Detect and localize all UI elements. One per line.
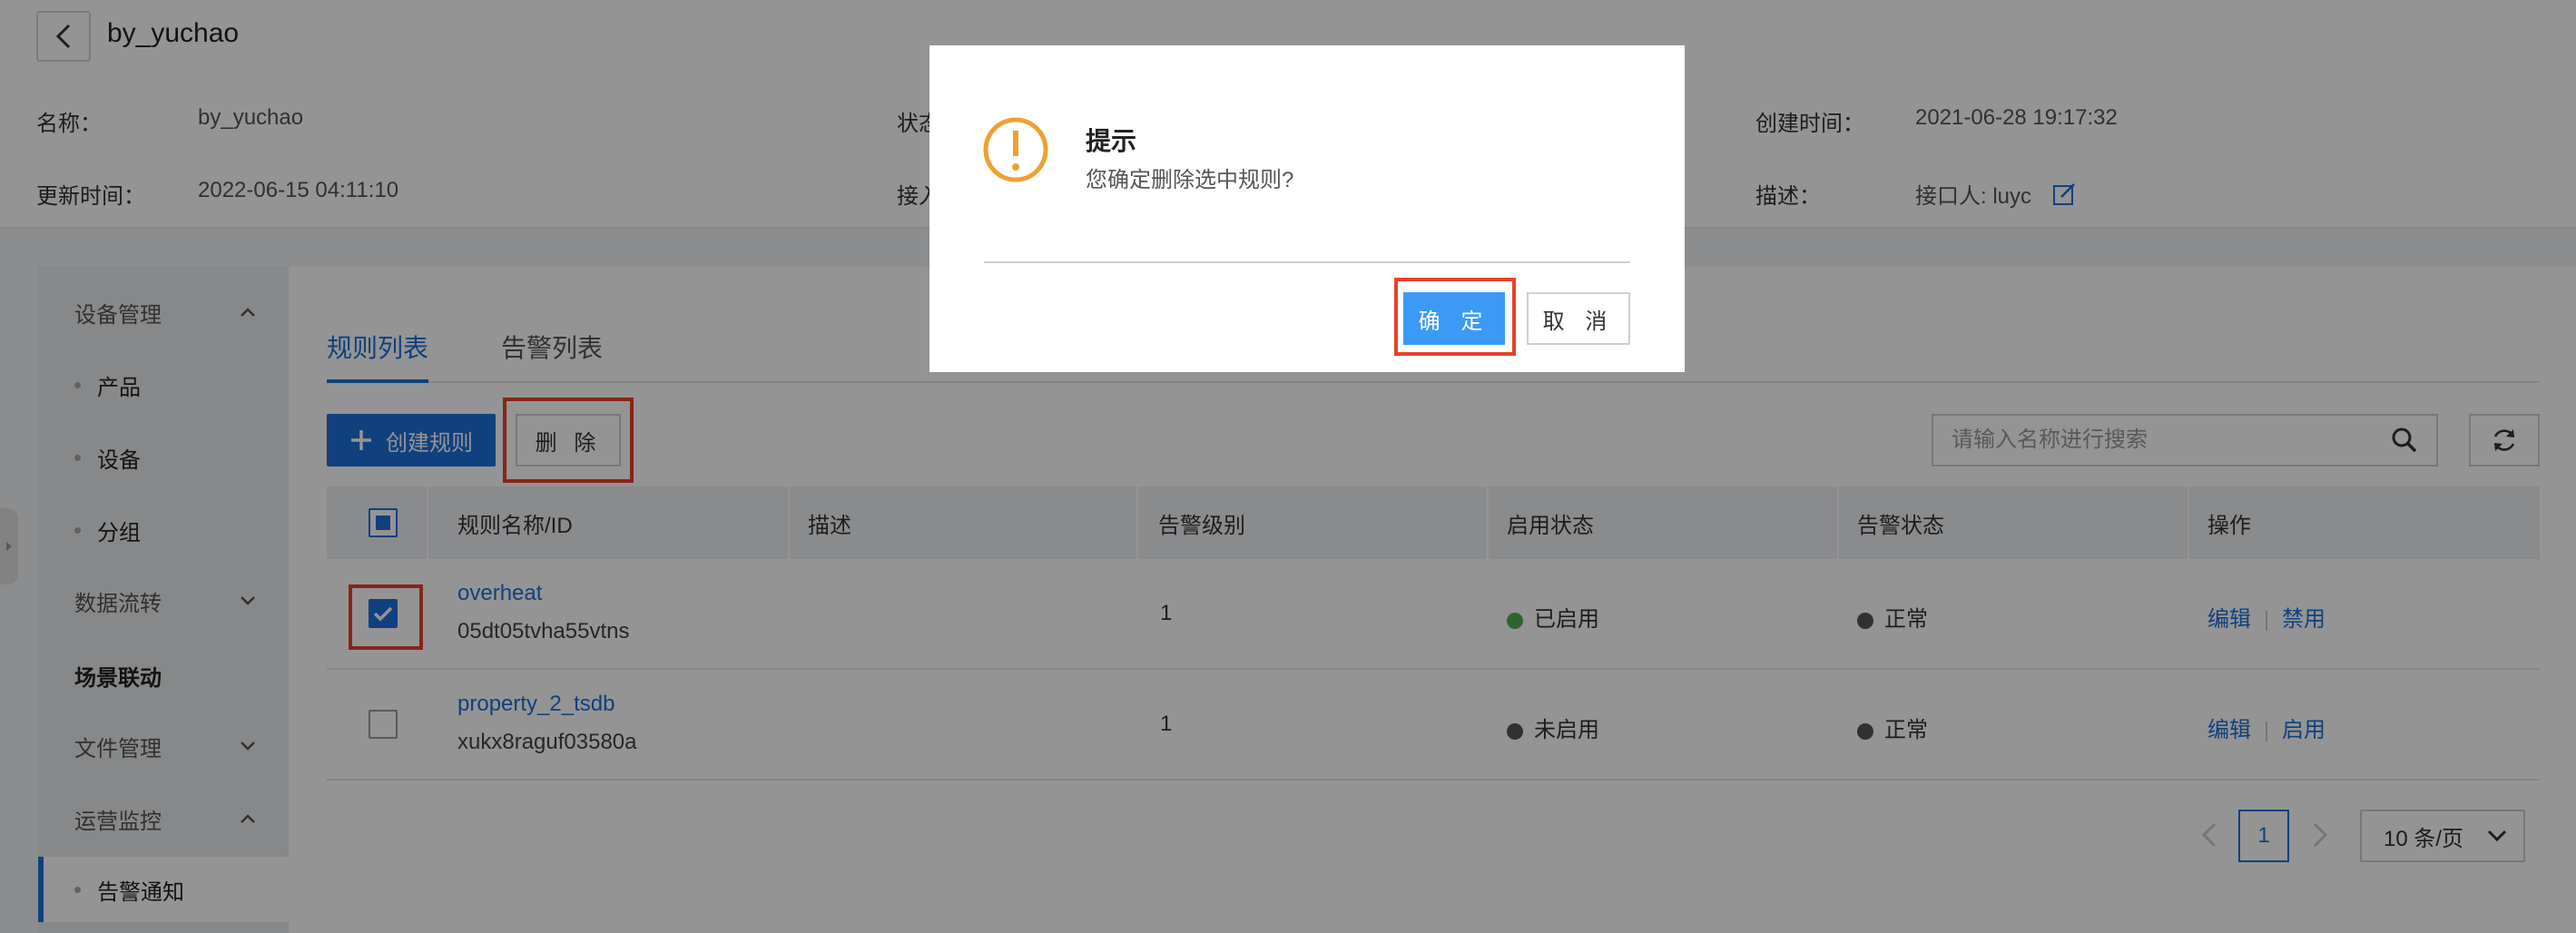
- dialog-message: 您确定删除选中规则?: [1086, 168, 1294, 192]
- dialog-title: 提示: [1086, 127, 1137, 155]
- cancel-button[interactable]: 取 消: [1527, 292, 1630, 345]
- dialog-divider: [984, 261, 1630, 263]
- confirm-highlight-box: [1394, 278, 1516, 356]
- warning-icon: [982, 116, 1049, 188]
- cancel-label: 取 消: [1542, 309, 1615, 334]
